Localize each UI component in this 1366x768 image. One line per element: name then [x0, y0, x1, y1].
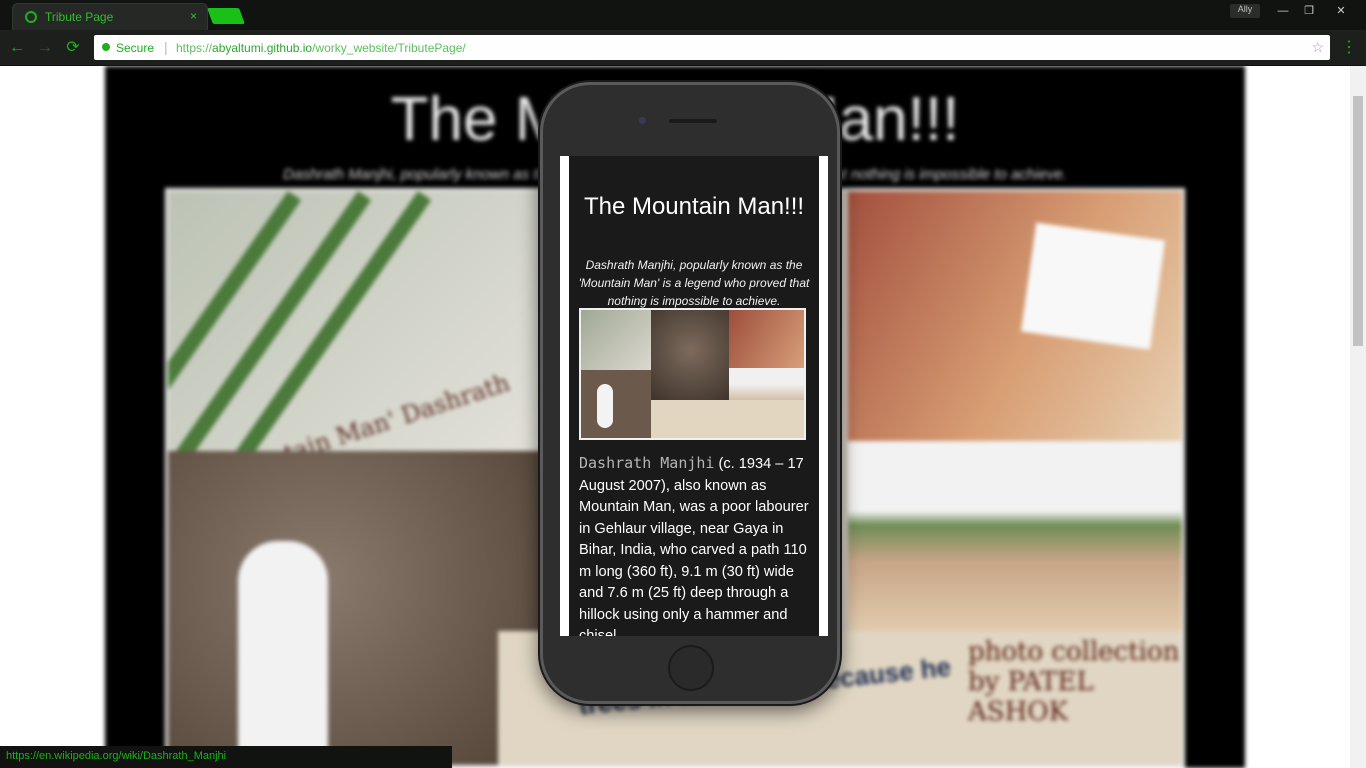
- home-button[interactable]: [668, 645, 714, 691]
- mobile-collage-tools: [581, 310, 651, 370]
- phone-screen: The Mountain Man!!! Dashrath Manjhi, pop…: [560, 156, 828, 636]
- collage-valley-photo: [848, 191, 1182, 441]
- mobile-body-text: Dashrath Manjhi (c. 1934 – 17 August 200…: [579, 453, 811, 636]
- collage-path-photo: [848, 441, 1182, 641]
- maximize-button[interactable]: ❐: [1296, 2, 1322, 20]
- tab-strip: Tribute Page × Ally — ❐ ✕: [0, 0, 1366, 30]
- collage-note: photo collection by PATEL ASHOK: [968, 637, 1180, 727]
- scrollbar-thumb[interactable]: [1353, 96, 1363, 346]
- browser-toolbar: ← → ⟳ Secure | https://abyaltumi.github.…: [0, 30, 1366, 66]
- mobile-tribute-image: [579, 308, 806, 440]
- url-separator: |: [164, 39, 168, 55]
- new-tab-button[interactable]: [207, 8, 245, 24]
- mobile-page: The Mountain Man!!! Dashrath Manjhi, pop…: [569, 156, 819, 636]
- url-text: https://abyaltumi.github.io/worky_websit…: [176, 41, 466, 55]
- status-bar-url: https://en.wikipedia.org/wiki/Dashrath_M…: [0, 746, 452, 768]
- mobile-collage-newspaper: [651, 400, 804, 438]
- wiki-link[interactable]: Dashrath Manjhi: [579, 454, 714, 472]
- speaker-grille: [669, 119, 717, 123]
- close-window-button[interactable]: ✕: [1328, 2, 1354, 20]
- collage-man-figure: [238, 541, 328, 761]
- collage-tools-photo: 'Mountain Man' Dashrath Manjhi: [168, 191, 548, 518]
- mobile-page-subtitle: Dashrath Manjhi, popularly known as the …: [578, 258, 810, 308]
- collage-man-photo: [168, 451, 548, 765]
- lock-icon: [102, 43, 110, 51]
- back-button[interactable]: ←: [8, 39, 26, 57]
- globe-icon: [25, 11, 37, 23]
- browser-chrome: Tribute Page × Ally — ❐ ✕ ← → ⟳ Secure |…: [0, 0, 1366, 66]
- url-prefix: https://: [176, 41, 213, 55]
- menu-icon[interactable]: ⋮: [1340, 39, 1358, 57]
- profile-button[interactable]: Ally: [1230, 4, 1260, 18]
- browser-tab[interactable]: Tribute Page ×: [12, 3, 208, 30]
- mobile-collage-figure: [597, 384, 613, 428]
- mobile-body-paragraph: (c. 1934 – 17 August 2007), also known a…: [579, 456, 809, 636]
- phone-mockup: The Mountain Man!!! Dashrath Manjhi, pop…: [540, 82, 840, 704]
- tab-title: Tribute Page: [45, 10, 114, 24]
- collage-sky: [1020, 222, 1166, 350]
- mobile-page-title: The Mountain Man!!!: [583, 193, 805, 220]
- tab-close-button[interactable]: ×: [190, 9, 197, 23]
- camera-icon: [639, 117, 646, 124]
- mobile-collage-portrait: [651, 310, 731, 400]
- mobile-collage-valley: [729, 310, 804, 370]
- secure-label: Secure: [116, 41, 155, 55]
- star-icon[interactable]: ☆: [1311, 39, 1324, 56]
- minimize-button[interactable]: —: [1270, 2, 1296, 20]
- url-path: /worky_website/TributePage/: [312, 41, 466, 55]
- mobile-collage-man: [581, 370, 653, 438]
- forward-button[interactable]: →: [36, 39, 54, 57]
- url-host: abyaltumi.github.io: [212, 41, 313, 55]
- address-bar[interactable]: Secure | https://abyaltumi.github.io/wor…: [94, 35, 1330, 60]
- reload-button[interactable]: ⟳: [64, 39, 82, 57]
